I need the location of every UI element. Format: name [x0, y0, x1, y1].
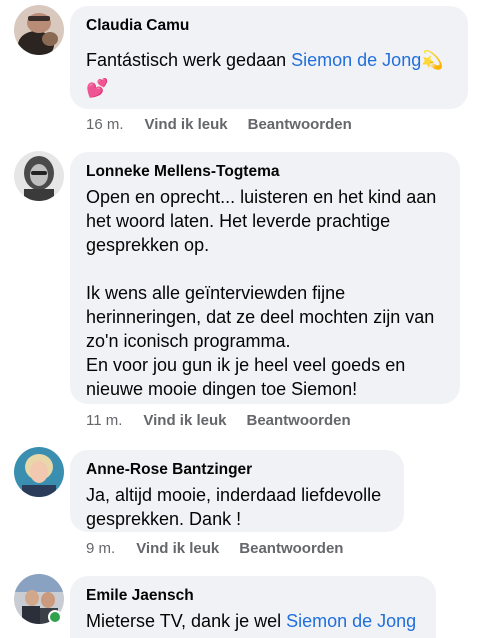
- comment-bubble: Claudia Camu Fantástisch werk gedaan Sie…: [70, 6, 468, 109]
- like-button[interactable]: Vind ik leuk: [143, 412, 226, 430]
- comment-text: Ja, altijd mooie, inderdaad liefdevolle …: [86, 483, 388, 531]
- comment-text: Mieterse TV, dank je wel Siemon de Jong: [86, 609, 420, 633]
- comment-author[interactable]: Emile Jaensch: [86, 586, 420, 606]
- comment-bubble: Lonneke Mellens-Togtema Open en oprecht.…: [70, 152, 460, 404]
- comment-text: Open en oprecht... luisteren en het kind…: [86, 185, 444, 401]
- mention-link[interactable]: Siemon de Jong: [286, 611, 416, 631]
- comment-line: Ik wens alle geïnterviewden fijne: [86, 283, 346, 303]
- comment-actions: 9 m. Vind ik leuk Beantwoorden: [86, 540, 363, 558]
- comment-line: gesprekken op.: [86, 235, 210, 255]
- comment-text: Fantástisch werk gedaan Siemon de Jong💫 …: [86, 48, 452, 100]
- avatar-lonneke-image: [14, 151, 64, 201]
- comment-line: gesprekken. Dank !: [86, 509, 242, 529]
- hearts-emoji: 💕: [86, 78, 109, 98]
- reply-button[interactable]: Beantwoorden: [247, 412, 351, 430]
- online-status-indicator: [48, 610, 62, 624]
- comment-line: Open en oprecht... luisteren en het kind…: [86, 187, 437, 207]
- avatar[interactable]: [14, 151, 64, 201]
- comment-timestamp[interactable]: 9 m.: [86, 540, 115, 558]
- avatar[interactable]: [14, 447, 64, 497]
- comment-line: herinneringen, dat ze deel mochten zijn …: [86, 307, 435, 327]
- comment-timestamp[interactable]: 11 m.: [86, 412, 122, 430]
- comment-line: nieuwe mooie dingen toe Siemon!: [86, 379, 358, 399]
- like-button[interactable]: Vind ik leuk: [136, 540, 219, 558]
- like-button[interactable]: Vind ik leuk: [145, 116, 228, 134]
- reply-button[interactable]: Beantwoorden: [248, 116, 352, 134]
- comment-timestamp[interactable]: 16 m.: [86, 116, 124, 134]
- comment-actions: 16 m. Vind ik leuk Beantwoorden: [86, 116, 372, 134]
- comment-text-body: Mieterse TV, dank je wel: [86, 611, 287, 631]
- comment-line: het woord laten. Het leverde prachtige: [86, 211, 391, 231]
- comment-line: En voor jou gun ik je heel veel goeds en: [86, 355, 406, 375]
- reply-button[interactable]: Beantwoorden: [239, 540, 343, 558]
- comment-line: Ja, altijd mooie, inderdaad liefdevolle: [86, 485, 382, 505]
- sparkle-emoji: 💫: [421, 50, 444, 70]
- avatar-claudia-image: [14, 5, 64, 55]
- comment-bubble: Anne-Rose Bantzinger Ja, altijd mooie, i…: [70, 450, 404, 532]
- avatar-anne-rose-image: [14, 447, 64, 497]
- comment-text-body: Fantástisch werk gedaan: [86, 50, 292, 70]
- comment-author[interactable]: Anne-Rose Bantzinger: [86, 460, 388, 480]
- comment-author[interactable]: Claudia Camu: [86, 16, 452, 36]
- comment-actions: 11 m. Vind ik leuk Beantwoorden: [86, 412, 371, 430]
- comment-author[interactable]: Lonneke Mellens-Togtema: [86, 162, 444, 182]
- comment-bubble: Emile Jaensch Mieterse TV, dank je wel S…: [70, 576, 436, 638]
- comment-line: zo'n iconisch programma.: [86, 331, 291, 351]
- avatar[interactable]: [14, 5, 64, 55]
- mention-link[interactable]: Siemon de Jong: [291, 50, 421, 70]
